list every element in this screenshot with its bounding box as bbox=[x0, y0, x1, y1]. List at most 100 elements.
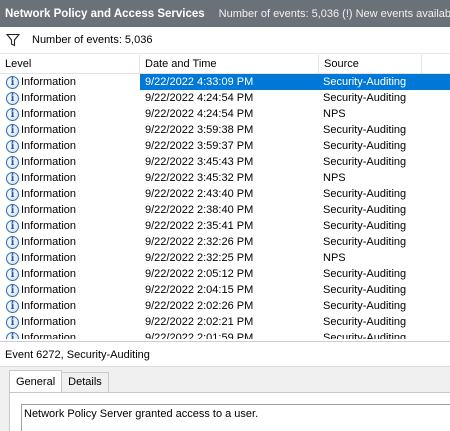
level-text: Information bbox=[21, 252, 77, 264]
table-row[interactable]: i Information 9/22/2022 2:01:59 PM Security… bbox=[0, 330, 450, 339]
table-row[interactable]: i Information 9/22/2022 2:32:25 PM NPS bbox=[0, 250, 450, 266]
source-cell: Security-Auditing bbox=[323, 76, 407, 88]
snapin-title: Network Policy and Access Services bbox=[5, 7, 205, 20]
column-header-level[interactable]: Level bbox=[0, 55, 140, 73]
information-icon: i bbox=[6, 203, 19, 217]
level-text: Information bbox=[21, 268, 77, 280]
date-time-cell: 9/22/2022 2:02:26 PM bbox=[145, 300, 254, 312]
information-icon: i bbox=[6, 75, 19, 89]
level-text: Information bbox=[21, 220, 77, 232]
table-row[interactable]: i Information 9/22/2022 3:59:38 PM Security… bbox=[0, 122, 450, 138]
level-cell: i Information bbox=[0, 170, 140, 186]
information-icon: i bbox=[6, 139, 19, 153]
date-time-cell: 9/22/2022 2:32:26 PM bbox=[145, 236, 254, 248]
level-cell: i Information bbox=[0, 314, 140, 330]
date-time-cell: 9/22/2022 2:05:12 PM bbox=[145, 268, 254, 280]
column-header-source[interactable]: Source bbox=[319, 55, 422, 73]
date-time-cell: 9/22/2022 2:04:15 PM bbox=[145, 284, 254, 296]
source-cell: NPS bbox=[323, 252, 346, 264]
source-cell: Security-Auditing bbox=[323, 236, 407, 248]
tab-general[interactable]: General bbox=[9, 370, 63, 392]
source-cell: NPS bbox=[323, 108, 346, 120]
table-row[interactable]: i Information 9/22/2022 2:04:15 PM Security… bbox=[0, 282, 450, 298]
information-icon: i bbox=[6, 91, 19, 105]
level-cell: i Information bbox=[0, 186, 140, 202]
information-icon: i bbox=[6, 123, 19, 137]
table-row[interactable]: i Information 9/22/2022 2:38:40 PM Security… bbox=[0, 202, 450, 218]
level-cell: i Information bbox=[0, 138, 140, 154]
information-icon: i bbox=[6, 267, 19, 281]
table-row[interactable]: i Information 9/22/2022 2:02:21 PM Security… bbox=[0, 314, 450, 330]
column-header-filler bbox=[422, 55, 450, 73]
level-text: Information bbox=[21, 332, 77, 339]
date-time-cell: 9/22/2022 3:59:37 PM bbox=[145, 140, 254, 152]
tab-details[interactable]: Details bbox=[61, 372, 109, 392]
level-text: Information bbox=[21, 92, 77, 104]
date-time-cell: 9/22/2022 2:32:25 PM bbox=[145, 252, 254, 264]
table-row[interactable]: i Information 9/22/2022 3:45:32 PM NPS bbox=[0, 170, 450, 186]
date-time-cell: 9/22/2022 3:45:43 PM bbox=[145, 156, 254, 168]
information-icon: i bbox=[6, 155, 19, 169]
level-cell: i Information bbox=[0, 74, 140, 90]
level-cell: i Information bbox=[0, 106, 140, 122]
events-list: i Information 9/22/2022 4:33:09 PM Security… bbox=[0, 74, 450, 339]
information-icon: i bbox=[6, 251, 19, 265]
level-text: Information bbox=[21, 316, 77, 328]
date-time-cell: 9/22/2022 4:24:54 PM bbox=[145, 108, 254, 120]
filter-bar: Number of events: 5,036 bbox=[0, 27, 450, 54]
date-time-cell: 9/22/2022 2:43:40 PM bbox=[145, 188, 254, 200]
column-header-date-time[interactable]: Date and Time bbox=[140, 55, 319, 73]
level-text: Information bbox=[21, 108, 77, 120]
information-icon: i bbox=[6, 331, 19, 339]
table-row[interactable]: i Information 9/22/2022 2:35:41 PM Security… bbox=[0, 218, 450, 234]
source-cell: Security-Auditing bbox=[323, 140, 407, 152]
table-row[interactable]: i Information 9/22/2022 3:45:43 PM Security… bbox=[0, 154, 450, 170]
source-cell: NPS bbox=[323, 172, 346, 184]
table-row[interactable]: i Information 9/22/2022 3:59:37 PM Security… bbox=[0, 138, 450, 154]
date-time-cell: 9/22/2022 2:02:21 PM bbox=[145, 316, 254, 328]
date-time-cell: 9/22/2022 4:33:09 PM bbox=[145, 76, 254, 88]
general-tab-content: Network Policy Server granted access to … bbox=[9, 392, 450, 431]
source-cell: Security-Auditing bbox=[323, 124, 407, 136]
level-cell: i Information bbox=[0, 282, 140, 298]
information-icon: i bbox=[6, 235, 19, 249]
level-cell: i Information bbox=[0, 202, 140, 218]
table-row[interactable]: i Information 9/22/2022 2:43:40 PM Security… bbox=[0, 186, 450, 202]
source-cell: Security-Auditing bbox=[323, 220, 407, 232]
level-text: Information bbox=[21, 172, 77, 184]
event-detail-pane: General Details Network Policy Server gr… bbox=[0, 367, 450, 431]
table-row[interactable]: i Information 9/22/2022 4:24:54 PM NPS bbox=[0, 106, 450, 122]
table-row[interactable]: i Information 9/22/2022 4:33:09 PM Security… bbox=[0, 74, 450, 90]
information-icon: i bbox=[6, 299, 19, 313]
level-cell: i Information bbox=[0, 298, 140, 314]
information-icon: i bbox=[6, 171, 19, 185]
event-count-label: Number of events: 5,036 bbox=[32, 34, 153, 46]
level-cell: i Information bbox=[0, 234, 140, 250]
table-row[interactable]: i Information 9/22/2022 2:02:26 PM Security… bbox=[0, 298, 450, 314]
source-cell: Security-Auditing bbox=[323, 92, 407, 104]
level-text: Information bbox=[21, 284, 77, 296]
level-text: Information bbox=[21, 124, 77, 136]
filter-funnel-icon[interactable] bbox=[5, 33, 21, 47]
information-icon: i bbox=[6, 315, 19, 329]
table-row[interactable]: i Information 9/22/2022 2:05:12 PM Security… bbox=[0, 266, 450, 282]
table-row[interactable]: i Information 9/22/2022 4:24:54 PM Security… bbox=[0, 90, 450, 106]
information-icon: i bbox=[6, 187, 19, 201]
level-text: Information bbox=[21, 236, 77, 248]
level-cell: i Information bbox=[0, 218, 140, 234]
detail-tabs: General Details bbox=[9, 370, 109, 392]
event-message-box[interactable]: Network Policy Server granted access to … bbox=[21, 404, 450, 431]
grid-header: Level Date and Time Source bbox=[0, 55, 450, 74]
table-row[interactable]: i Information 9/22/2022 2:32:26 PM Security… bbox=[0, 234, 450, 250]
information-icon: i bbox=[6, 283, 19, 297]
date-time-cell: 9/22/2022 2:35:41 PM bbox=[145, 220, 254, 232]
events-grid[interactable]: Level Date and Time Source i Information 9… bbox=[0, 55, 450, 342]
level-cell: i Information bbox=[0, 90, 140, 106]
level-text: Information bbox=[21, 140, 77, 152]
level-text: Information bbox=[21, 188, 77, 200]
level-text: Information bbox=[21, 300, 77, 312]
information-icon: i bbox=[6, 219, 19, 233]
level-cell: i Information bbox=[0, 122, 140, 138]
date-time-cell: 9/22/2022 2:38:40 PM bbox=[145, 204, 254, 216]
source-cell: Security-Auditing bbox=[323, 316, 407, 328]
